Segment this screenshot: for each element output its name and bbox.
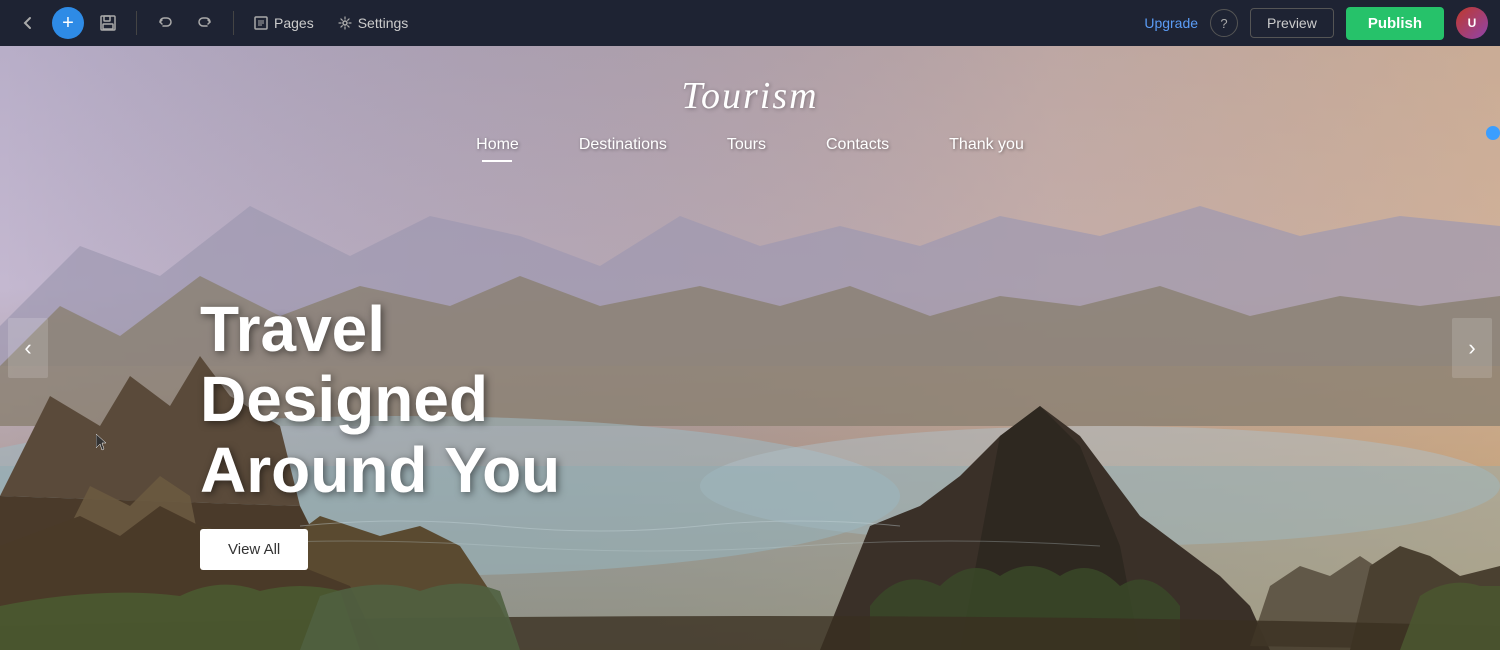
save-button[interactable]	[92, 7, 124, 39]
publish-button[interactable]: Publish	[1346, 7, 1444, 40]
help-button[interactable]: ?	[1210, 9, 1238, 37]
nav-menu: Home Destinations Tours Contacts Thank y…	[476, 136, 1024, 162]
nav-item-tours[interactable]: Tours	[727, 136, 766, 162]
pages-label: Pages	[274, 15, 314, 31]
nav-item-destinations[interactable]: Destinations	[579, 136, 667, 162]
hero-heading: Travel Designed Around You	[200, 294, 620, 505]
nav-item-contacts[interactable]: Contacts	[826, 136, 889, 162]
blue-dot-indicator	[1486, 126, 1500, 140]
site-title: Tourism	[681, 74, 818, 118]
back-button[interactable]	[12, 7, 44, 39]
hero-text: Travel Designed Around You View All	[200, 294, 620, 570]
nav-item-thank-you[interactable]: Thank you	[949, 136, 1024, 162]
view-all-button[interactable]: View All	[200, 529, 308, 570]
avatar[interactable]: U	[1456, 7, 1488, 39]
divider-1	[136, 11, 137, 35]
settings-label: Settings	[358, 15, 409, 31]
upgrade-button[interactable]: Upgrade	[1144, 15, 1198, 31]
canvas: Tourism Home Destinations Tours Contacts…	[0, 46, 1500, 650]
site-navigation: Tourism Home Destinations Tours Contacts…	[0, 46, 1500, 162]
pages-button[interactable]: Pages	[246, 11, 322, 35]
nav-item-home[interactable]: Home	[476, 136, 519, 162]
add-element-button[interactable]: +	[52, 7, 84, 39]
toolbar-right: Upgrade ? Preview Publish U	[1144, 7, 1488, 40]
divider-2	[233, 11, 234, 35]
redo-button[interactable]	[189, 7, 221, 39]
carousel-prev-button[interactable]: ‹	[8, 318, 48, 378]
carousel-next-button[interactable]: ›	[1452, 318, 1492, 378]
settings-button[interactable]: Settings	[330, 11, 417, 35]
toolbar: + Pages Sett	[0, 0, 1500, 46]
preview-button[interactable]: Preview	[1250, 8, 1334, 38]
undo-button[interactable]	[149, 7, 181, 39]
